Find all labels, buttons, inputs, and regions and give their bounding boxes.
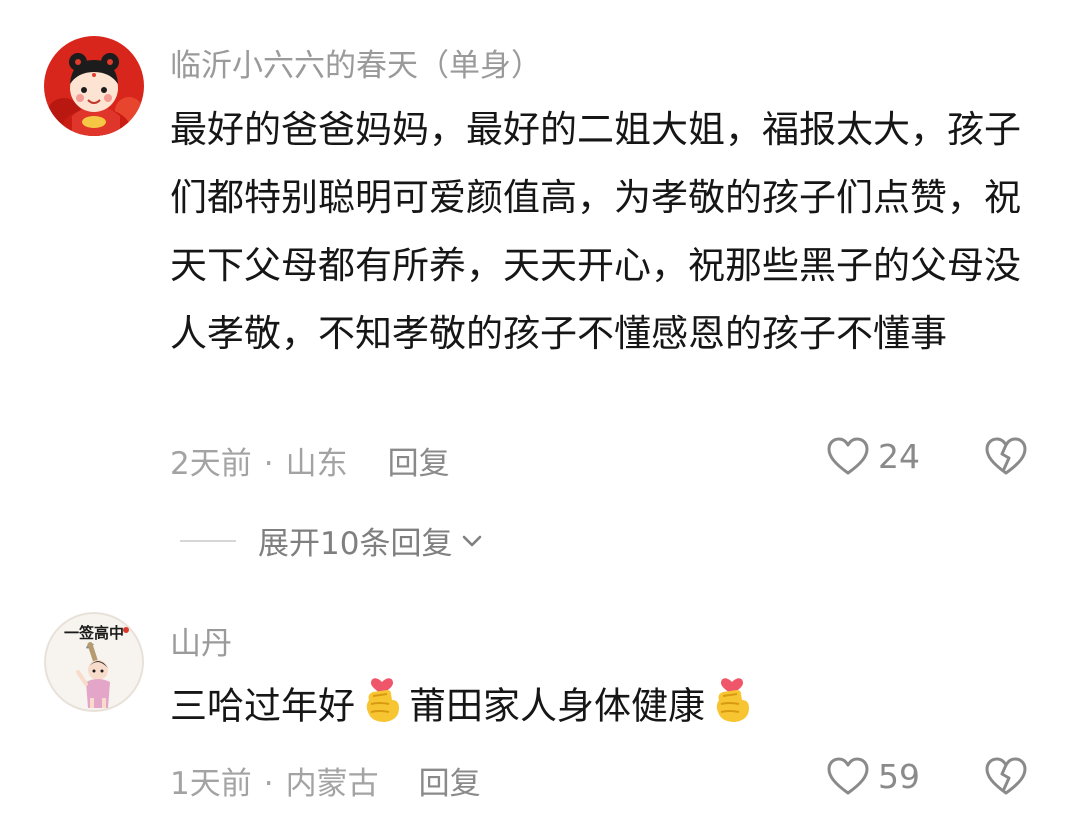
separator-dot: ·	[263, 766, 274, 802]
avatar[interactable]	[44, 36, 144, 136]
dislike-button[interactable]	[984, 756, 1028, 800]
separator-dot: ·	[263, 446, 274, 482]
comment-time: 1天前	[170, 766, 252, 802]
chevron-down-icon	[463, 535, 482, 546]
avatar[interactable]: 一签高中	[44, 612, 144, 712]
comment-text: 最好的爸爸妈妈，最好的二姐大姐，福报太大，孩子们都特别聪明可爱颜值高，为孝敬的孩…	[170, 108, 1021, 355]
avatar-caption: 一签高中	[64, 624, 124, 642]
dislike-button[interactable]	[984, 436, 1028, 480]
like-count: 59	[878, 756, 920, 796]
comment-text-part: 莆田家人身体健康	[409, 684, 705, 728]
festive-girl-avatar-icon	[44, 36, 144, 136]
like-button[interactable]: 59	[826, 756, 920, 796]
like-count: 24	[878, 436, 920, 476]
finger-heart-emoji-icon	[709, 670, 755, 746]
like-button[interactable]: 24	[826, 436, 920, 476]
reply-button[interactable]: 回复	[388, 446, 450, 482]
comment-time: 2天前	[170, 446, 252, 482]
comment-list: 临沂小六六的春天（单身） 最好的爸爸妈妈，最好的二姐大姐，福报太大，孩子们都特别…	[0, 0, 1079, 816]
comment-location: 内蒙古	[285, 766, 379, 802]
heart-outline-icon	[827, 757, 869, 795]
heart-outline-icon	[827, 437, 869, 475]
comment-text-part: 三哈过年好	[170, 684, 355, 728]
divider-line	[180, 539, 236, 542]
username[interactable]: 山丹	[170, 618, 232, 663]
comment-meta: 2天前 · 山东 回复	[170, 438, 450, 483]
comment-location: 山东	[285, 446, 348, 482]
expand-replies-label: 展开10条回复	[258, 526, 453, 562]
calligraphy-avatar-icon: 一签高中	[44, 612, 144, 712]
reply-button[interactable]: 回复	[419, 766, 481, 802]
username[interactable]: 临沂小六六的春天（单身）	[170, 40, 542, 85]
expand-replies-button[interactable]: 展开10条回复	[180, 518, 484, 563]
broken-heart-icon	[985, 757, 1027, 795]
finger-heart-emoji-icon	[359, 670, 405, 746]
comment-meta: 1天前 · 内蒙古 回复	[170, 758, 481, 803]
broken-heart-icon	[985, 437, 1027, 475]
comment-text: 三哈过年好 莆田家人身体健康	[170, 670, 1050, 746]
